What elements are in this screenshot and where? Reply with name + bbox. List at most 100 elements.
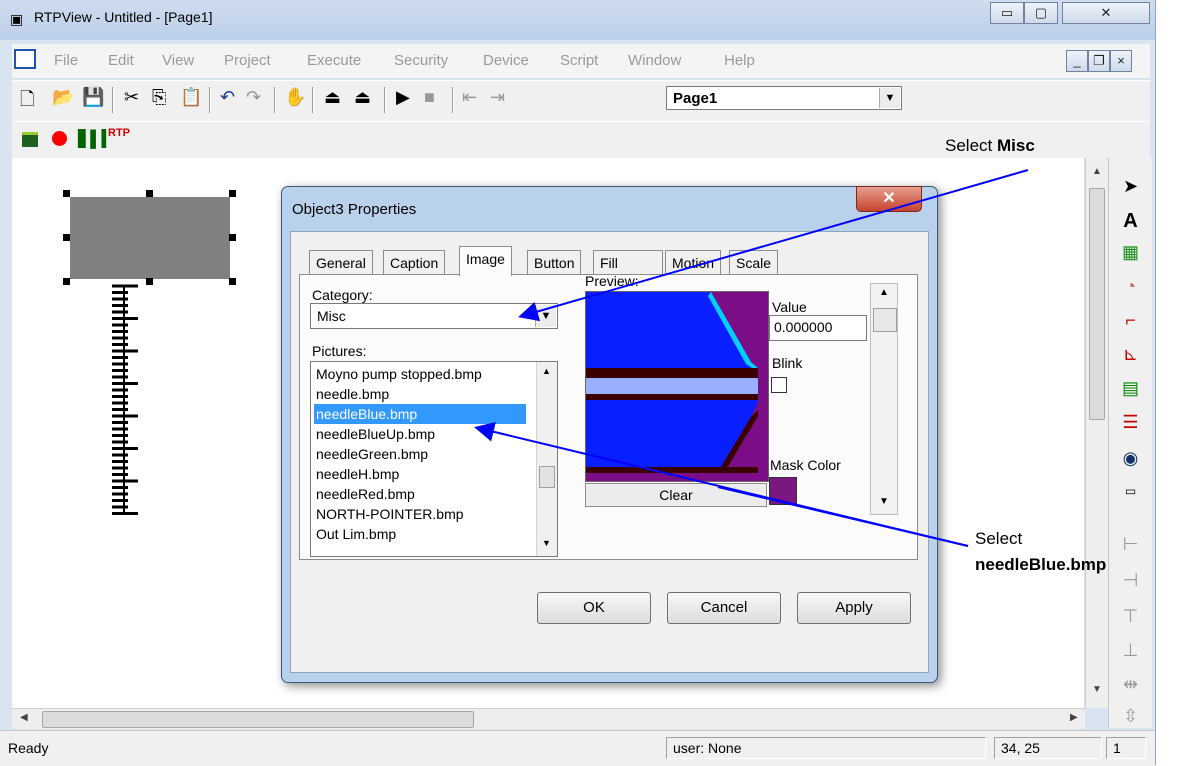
list-item-selected[interactable]: needleBlue.bmp [314,404,526,424]
bar-tool-icon[interactable]: ▤ [1109,378,1152,399]
mdi-restore-button[interactable]: ❐ [1088,50,1110,72]
mask-color-swatch[interactable] [769,477,797,505]
rtp-icon[interactable]: RTP [108,127,130,139]
tag-list-icon[interactable] [22,132,38,147]
scroll-down-icon[interactable]: ▼ [1092,684,1102,695]
selection-handle[interactable] [229,234,236,241]
scroll-up-icon[interactable]: ▲ [1092,166,1102,177]
tab-general[interactable]: General [309,250,373,274]
menu-view[interactable]: View [162,52,194,69]
list-item[interactable]: NORTH-POINTER.bmp [314,504,526,524]
align-bottom-icon[interactable]: ⊥ [1109,640,1152,661]
menu-project[interactable]: Project [224,52,271,69]
stop-icon[interactable]: ■ [424,87,435,108]
new-file-icon[interactable]: 🗋 [20,87,34,117]
menu-execute[interactable]: Execute [307,52,361,69]
xy-plot-tool-icon[interactable]: ⊾ [1109,344,1152,365]
properties-scrollbar[interactable]: ▲ ▼ [870,283,898,515]
image-tool-icon[interactable]: ▦ [1109,242,1152,263]
cut-icon[interactable]: ✂ [124,87,139,108]
multi-bar-tool-icon[interactable]: ☰ [1109,412,1152,433]
selection-handle[interactable] [229,278,236,285]
selection-handle[interactable] [229,190,236,197]
menu-script[interactable]: Script [560,52,598,69]
previous-page-icon[interactable]: ⇤ [462,87,477,108]
pictures-list[interactable]: Moyno pump stopped.bmp needle.bmp needle… [310,361,558,557]
send-back-icon[interactable]: ⏏ [354,87,371,108]
maximize-button[interactable]: ▢ [1024,2,1058,24]
mdi-minimize-button[interactable]: _ [1066,50,1088,72]
space-horizontal-icon[interactable]: ⇹ [1109,674,1152,695]
selection-handle[interactable] [63,234,70,241]
minimize-button[interactable]: ▭ [990,2,1024,24]
list-item[interactable]: needleGreen.bmp [314,444,526,464]
list-scroll-thumb[interactable] [539,466,555,488]
selected-rectangle-object[interactable] [70,197,230,279]
tab-fill[interactable]: Fill [593,250,663,274]
chevron-down-icon[interactable]: ▼ [879,88,900,108]
scroll-down-icon[interactable]: ▼ [542,538,551,548]
clear-button[interactable]: Clear [585,483,767,507]
run-icon[interactable]: ▶ [396,87,410,108]
scroll-up-icon[interactable]: ▲ [542,366,551,376]
dialog-close-button[interactable]: ✕ [856,186,922,212]
ok-button[interactable]: OK [537,592,651,624]
save-icon[interactable]: 💾 [82,87,104,108]
menu-window[interactable]: Window [628,52,681,69]
list-item[interactable]: Moyno pump stopped.bmp [314,364,526,384]
menu-file[interactable]: File [54,52,78,69]
properties-scroll-thumb[interactable] [873,308,897,332]
open-folder-icon[interactable]: 📂 [52,87,74,108]
chevron-down-icon[interactable]: ▼ [535,305,556,327]
selection-handle[interactable] [146,190,153,197]
blink-checkbox[interactable] [771,377,787,393]
hand-icon[interactable]: ✋ [284,87,306,108]
vertical-scrollbar[interactable]: ▲ ▼ [1085,158,1108,708]
paste-icon[interactable]: 📋 [180,87,202,108]
tab-motion[interactable]: Motion [665,250,722,274]
tab-button[interactable]: Button [527,250,582,274]
list-item[interactable]: needleBlueUp.bmp [314,424,526,444]
menu-edit[interactable]: Edit [108,52,134,69]
scroll-left-icon[interactable]: ◀ [20,712,28,723]
list-item[interactable]: needleRed.bmp [314,484,526,504]
align-right-icon[interactable]: ⊣ [1109,570,1152,591]
menu-device[interactable]: Device [483,52,529,69]
dial-tool-icon[interactable]: ◉ [1109,448,1152,469]
page-select[interactable]: Page1 ▼ [666,86,902,110]
scroll-right-icon[interactable]: ▶ [1070,712,1078,723]
cancel-button[interactable]: Cancel [667,592,781,624]
copy-icon[interactable]: ⎘ [152,87,166,108]
list-scrollbar[interactable]: ▲ ▼ [536,362,557,556]
trend-tool-icon[interactable]: ⌐ [1109,310,1152,331]
redo-icon[interactable]: ↷ [246,87,261,108]
scroll-up-icon[interactable]: ▲ [879,287,889,298]
close-button[interactable]: ✕ [1062,2,1150,24]
scroll-down-icon[interactable]: ▼ [879,496,889,507]
undo-icon[interactable]: ↶ [220,87,235,108]
horizontal-scroll-thumb[interactable] [42,711,474,728]
menu-help[interactable]: Help [724,52,755,69]
next-page-icon[interactable]: ⇥ [490,87,505,108]
selection-handle[interactable] [63,278,70,285]
space-vertical-icon[interactable]: ⇳ [1109,706,1152,727]
list-item[interactable]: Out Lim.bmp [314,524,526,544]
selection-handle[interactable] [63,190,70,197]
tab-caption[interactable]: Caption [383,250,446,274]
bring-front-icon[interactable]: ⏏ [324,87,341,108]
align-top-icon[interactable]: ⊤ [1109,606,1152,627]
text-tool-icon[interactable]: A [1109,210,1152,233]
list-item[interactable]: needle.bmp [314,384,526,404]
category-select[interactable]: Misc ▼ [310,303,558,329]
pointer-icon[interactable]: ➤ [1109,176,1152,197]
gauge-tool-icon[interactable]: ◔ [1109,276,1152,297]
apply-button[interactable]: Apply [797,592,911,624]
tab-scale[interactable]: Scale [729,250,779,274]
list-item[interactable]: needleH.bmp [314,464,526,484]
object-tool-icon[interactable]: ▭ [1109,484,1152,498]
record-icon[interactable] [52,131,67,146]
tab-image[interactable]: Image [459,246,512,276]
menu-security[interactable]: Security [394,52,448,69]
mdi-close-button[interactable]: × [1110,50,1132,72]
value-input[interactable]: 0.000000 [769,315,867,341]
